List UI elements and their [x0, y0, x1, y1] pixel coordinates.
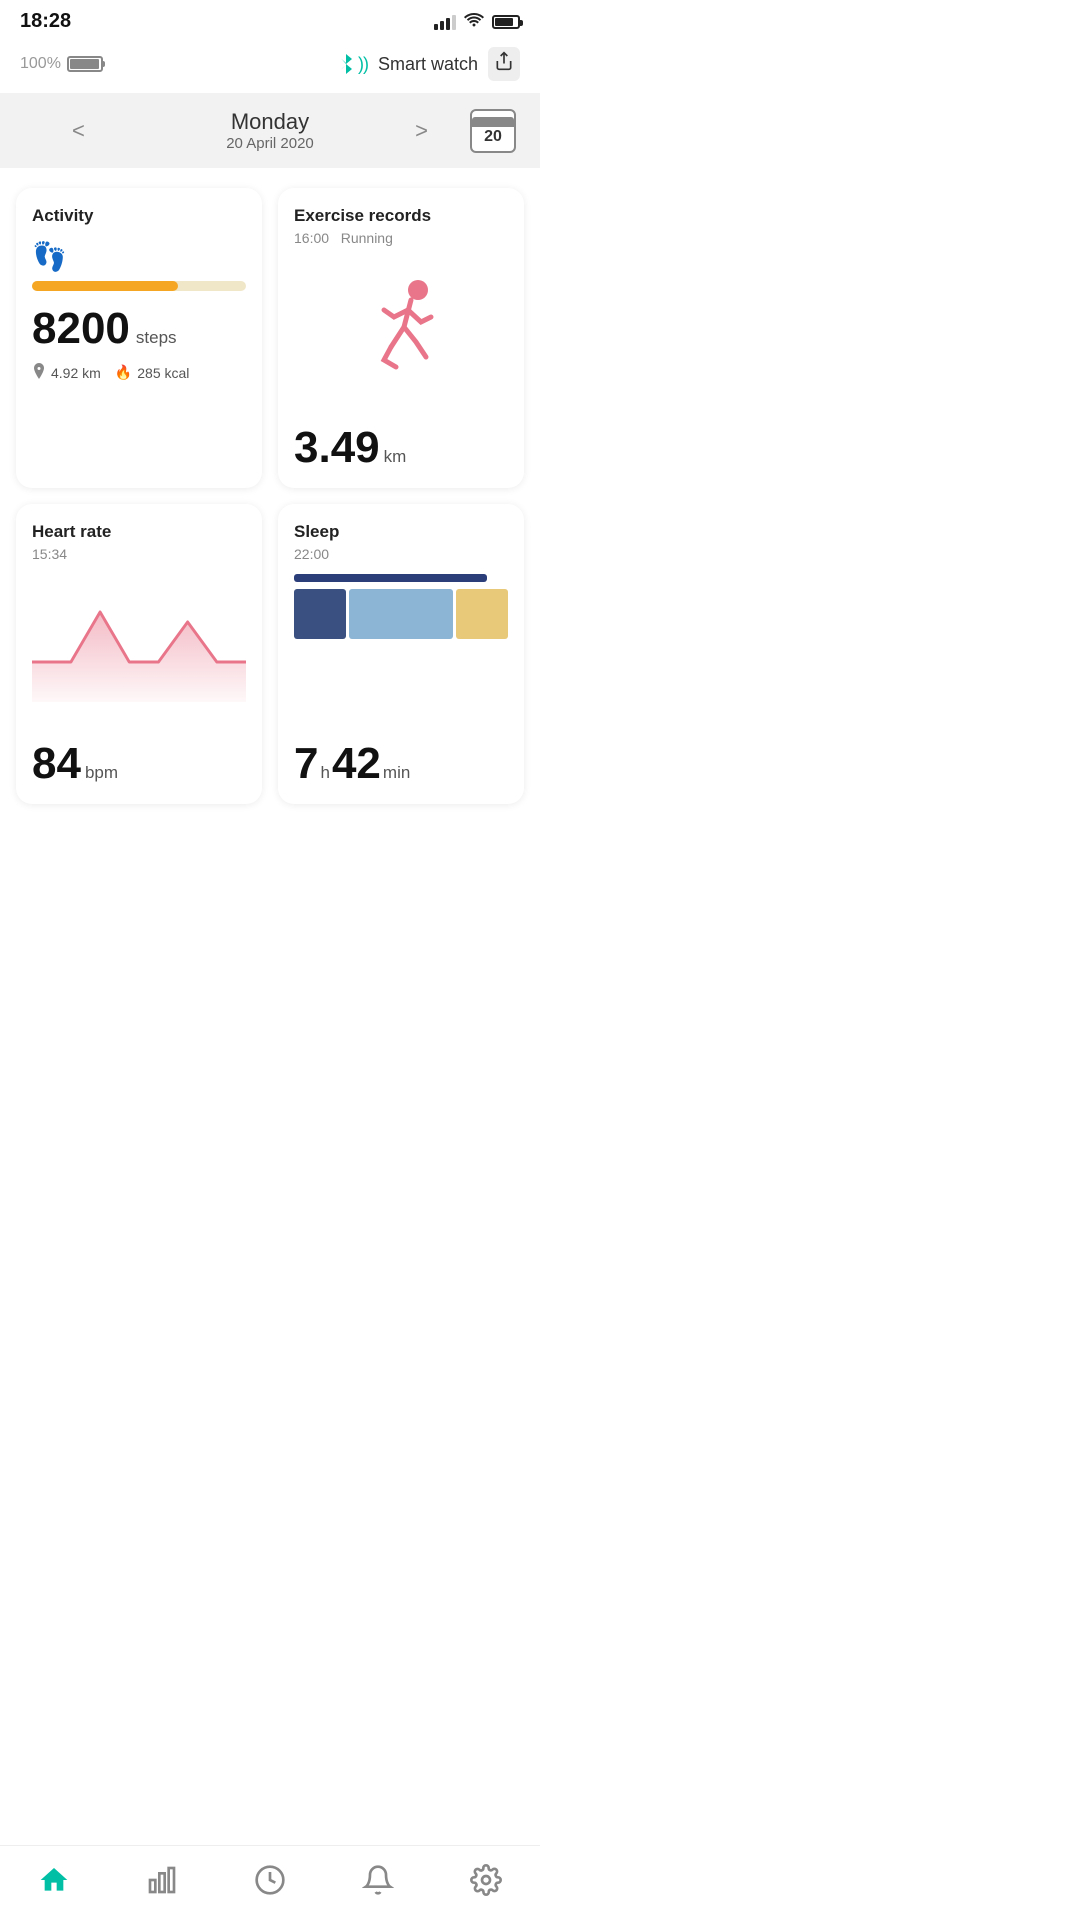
sleep-hours-unit: h [320, 764, 329, 781]
distance-icon [32, 363, 46, 382]
exercise-distance-display: 3.49 km [294, 426, 508, 470]
date-navigation: < Monday 20 April 2020 > 20 [0, 93, 540, 168]
nav-notifications[interactable] [346, 1860, 410, 1900]
bluetooth-icon: )) [338, 53, 368, 75]
activity-progress-fill [32, 281, 178, 291]
calendar-top [472, 117, 514, 127]
sleep-rem-bar [294, 589, 346, 639]
steps-unit: steps [136, 329, 177, 346]
heart-rate-title: Heart rate [32, 522, 246, 542]
exercise-title: Exercise records [294, 206, 508, 226]
exercise-card[interactable]: Exercise records 16:00 Running [278, 188, 524, 488]
sleep-stages-row [294, 589, 508, 639]
sleep-deep-bar [294, 574, 487, 582]
calories-icon: 🔥 [115, 364, 132, 381]
nav-clock[interactable] [238, 1860, 302, 1900]
heart-rate-chart [32, 572, 246, 724]
device-battery: 100% [20, 55, 103, 73]
footsteps-icon: 👣 [32, 240, 246, 273]
activity-card[interactable]: Activity 👣 8200 steps 4.92 km 🔥 [16, 188, 262, 488]
share-icon[interactable] [488, 47, 520, 81]
steps-value: 8200 [32, 307, 130, 351]
steps-display: 8200 steps [32, 307, 246, 351]
sleep-light-bar [349, 589, 453, 639]
exercise-time: 16:00 [294, 230, 329, 246]
nav-home[interactable] [22, 1860, 86, 1900]
sleep-minutes: 42 [332, 742, 381, 786]
cards-grid: Activity 👣 8200 steps 4.92 km 🔥 [0, 168, 540, 824]
exercise-time-activity: 16:00 Running [294, 230, 508, 246]
sleep-title: Sleep [294, 522, 508, 542]
device-bar: 100% )) Smart watch [0, 39, 540, 93]
heart-rate-number: 84 [32, 742, 81, 786]
nav-settings[interactable] [454, 1860, 518, 1900]
sleep-hours: 7 [294, 742, 318, 786]
sleep-awake-bar [456, 589, 508, 639]
full-date: 20 April 2020 [226, 135, 314, 152]
prev-day-button[interactable]: < [60, 110, 97, 152]
calendar-icon[interactable]: 20 [470, 109, 516, 153]
distance-stat: 4.92 km [32, 363, 101, 382]
heart-rate-card[interactable]: Heart rate 15:34 84 bpm [16, 504, 262, 804]
status-time: 18:28 [20, 10, 71, 33]
distance-value: 4.92 km [51, 365, 101, 381]
exercise-unit: km [384, 448, 407, 465]
heart-rate-unit: bpm [85, 764, 118, 781]
sleep-minutes-unit: min [383, 764, 410, 781]
sleep-chart [294, 574, 508, 722]
signal-icon [434, 14, 456, 30]
wifi-icon [464, 11, 484, 32]
sleep-duration-display: 7 h 42 min [294, 742, 508, 786]
nav-stats[interactable] [130, 1860, 194, 1900]
exercise-activity: Running [341, 230, 393, 246]
next-day-button[interactable]: > [403, 110, 440, 152]
calories-value: 285 kcal [137, 365, 189, 381]
status-bar: 18:28 [0, 0, 540, 39]
battery-icon [492, 15, 520, 29]
activity-stats: 4.92 km 🔥 285 kcal [32, 363, 246, 382]
sleep-time: 22:00 [294, 546, 508, 562]
device-right: )) Smart watch [338, 47, 520, 81]
heart-rate-time: 15:34 [32, 546, 246, 562]
device-battery-box [67, 56, 103, 72]
bottom-nav [0, 1845, 540, 1920]
runner-icon [294, 254, 508, 410]
sleep-card[interactable]: Sleep 22:00 7 h 42 min [278, 504, 524, 804]
activity-title: Activity [32, 206, 246, 226]
device-battery-percent: 100% [20, 55, 61, 73]
exercise-distance-value: 3.49 [294, 426, 380, 470]
activity-progress-bar [32, 281, 246, 291]
heart-rate-value-display: 84 bpm [32, 742, 246, 786]
calendar-day-number: 20 [484, 129, 502, 145]
date-display: Monday 20 April 2020 [226, 109, 314, 152]
calories-stat: 🔥 285 kcal [115, 364, 190, 381]
day-name: Monday [226, 109, 314, 135]
status-icons [434, 11, 520, 32]
device-name: Smart watch [378, 54, 478, 75]
